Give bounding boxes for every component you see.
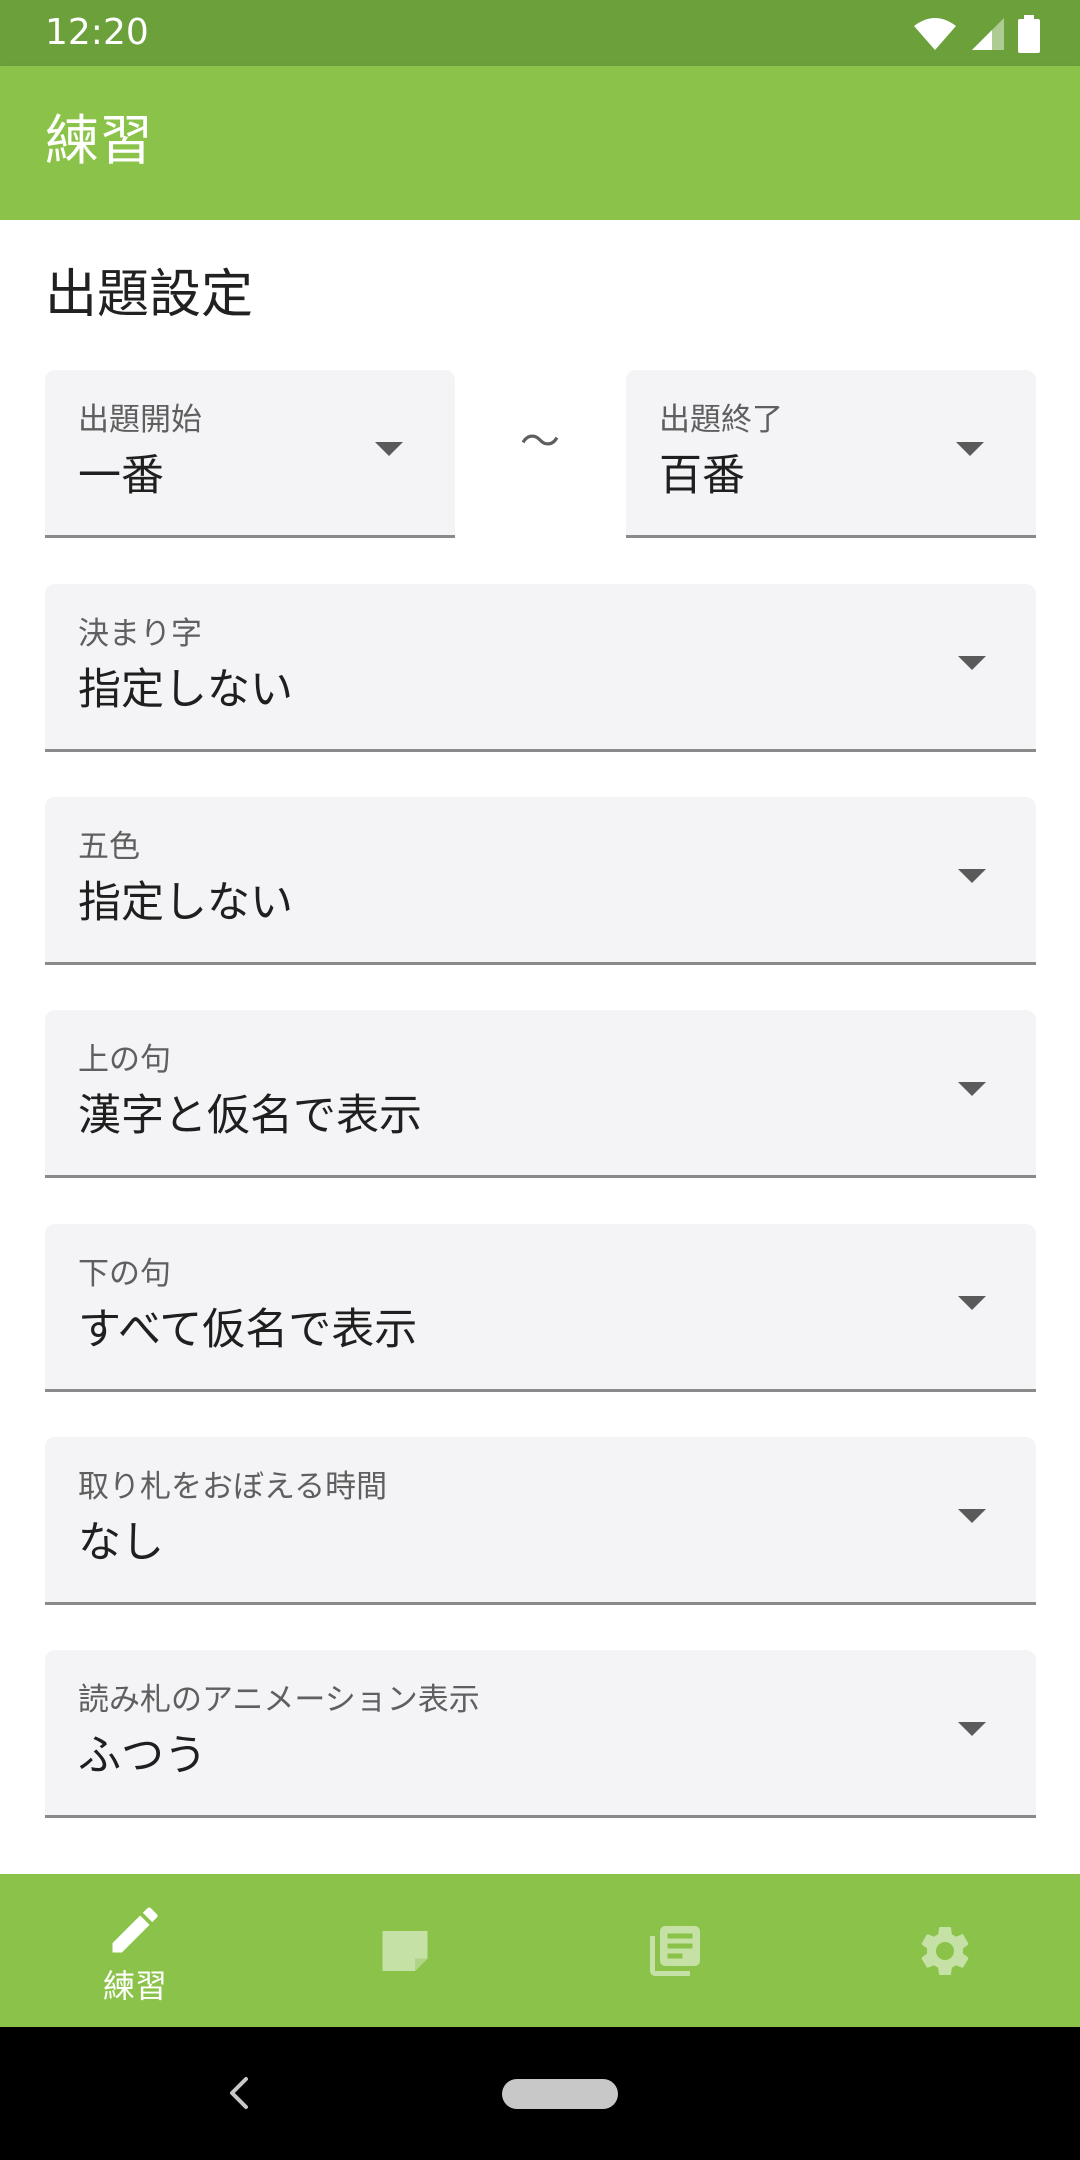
range-start-value: 一番: [78, 451, 164, 501]
animation-dropdown[interactable]: 読み札のアニメーション表示 ふつう: [45, 1650, 1036, 1818]
range-separator: 〜: [520, 419, 560, 465]
kimariji-label: 決まり字: [78, 616, 202, 652]
goshiki-dropdown[interactable]: 五色 指定しない: [45, 797, 1036, 965]
dropdown-arrow-icon: [958, 869, 986, 883]
animation-label: 読み札のアニメーション表示: [78, 1682, 480, 1718]
nav-item-practice[interactable]: 練習: [0, 1874, 270, 2027]
animation-value: ふつう: [78, 1731, 207, 1781]
app-title: 練習: [45, 109, 153, 172]
dropdown-arrow-icon: [958, 1082, 986, 1096]
range-start-dropdown[interactable]: 出題開始 一番: [45, 370, 455, 538]
nav-label-practice: 練習: [102, 1967, 167, 2005]
memorize-time-dropdown[interactable]: 取り札をおぼえる時間 なし: [45, 1437, 1036, 1605]
library-icon: [650, 1926, 700, 1976]
kami-no-ku-value: 漢字と仮名で表示: [78, 1091, 422, 1141]
dropdown-arrow-icon: [958, 1722, 986, 1736]
shimo-no-ku-dropdown[interactable]: 下の句 すべて仮名で表示: [45, 1224, 1036, 1392]
dropdown-arrow-icon: [958, 1296, 986, 1310]
dropdown-arrow-icon: [958, 656, 986, 670]
gear-icon: [921, 1926, 969, 1975]
dropdown-arrow-icon: [956, 442, 984, 456]
range-end-label: 出題終了: [659, 402, 783, 438]
kimariji-value: 指定しない: [78, 665, 293, 715]
pencil-icon: [112, 1907, 158, 1953]
section-title: 出題設定: [45, 265, 254, 325]
system-navigation-bar: [0, 2027, 1080, 2160]
kami-no-ku-label: 上の句: [78, 1042, 171, 1078]
status-time: 12:20: [45, 12, 149, 53]
memorize-time-label: 取り札をおぼえる時間: [78, 1469, 388, 1505]
shimo-no-ku-value: すべて仮名で表示: [78, 1305, 418, 1355]
kami-no-ku-dropdown[interactable]: 上の句 漢字と仮名で表示: [45, 1010, 1036, 1178]
nav-item-library[interactable]: [540, 1874, 810, 2027]
cellular-signal-icon: [972, 18, 1004, 50]
memorize-time-value: なし: [78, 1518, 164, 1568]
status-icons: [912, 14, 1040, 54]
wifi-icon: [914, 18, 956, 50]
nav-item-cards[interactable]: [270, 1874, 540, 2027]
back-chevron-icon[interactable]: [210, 2063, 270, 2123]
card-icon: [382, 1931, 428, 1971]
kimariji-dropdown[interactable]: 決まり字 指定しない: [45, 584, 1036, 752]
app-bar: 練習: [0, 66, 1080, 220]
dropdown-arrow-icon: [958, 1509, 986, 1523]
home-button[interactable]: [502, 2079, 618, 2109]
dropdown-arrow-icon: [375, 442, 403, 456]
battery-icon: [1018, 15, 1040, 53]
bottom-navigation: 練習: [0, 1874, 1080, 2027]
nav-item-settings[interactable]: [810, 1874, 1080, 2027]
range-start-label: 出題開始: [78, 402, 202, 438]
goshiki-value: 指定しない: [78, 878, 293, 928]
status-bar: 12:20: [0, 0, 1080, 66]
range-end-dropdown[interactable]: 出題終了 百番: [626, 370, 1036, 538]
settings-content: 出題設定 出題開始 一番 〜 出題終了 百番 決まり字 指定しない 五色 指定し…: [0, 220, 1080, 1874]
shimo-no-ku-label: 下の句: [78, 1256, 171, 1292]
goshiki-label: 五色: [78, 829, 140, 865]
range-end-value: 百番: [659, 451, 745, 501]
